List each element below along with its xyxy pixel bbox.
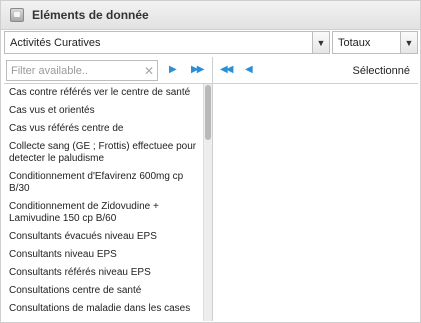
totals-select-value: Totaux [338,36,371,49]
remove-all-button[interactable]: ◀◀ [220,63,233,77]
chevron-down-icon[interactable]: ▼ [312,32,329,53]
filter-box: ✕ [6,60,158,81]
move-selected-button[interactable]: ▶ [169,63,177,77]
selected-column: ◀◀ ◀ Sélectionné [213,57,418,321]
list-item[interactable]: Consultations centre de santé [4,282,202,300]
panel-title: Eléments de donnée [32,8,149,22]
available-column: ✕ ▶ ▶▶ Cas contre référés ver le centre … [4,57,212,321]
list-item[interactable]: Consultants référés niveau EPS [4,264,202,282]
list-item[interactable]: Collecte sang (GE ; Frottis) effectuee p… [4,138,202,168]
scrollbar-thumb[interactable] [205,85,211,140]
clear-icon[interactable]: ✕ [141,64,157,78]
list-item[interactable]: Cas vus et orientés [4,102,202,120]
group-select-value: Activités Curatives [10,36,101,49]
filter-input[interactable] [7,64,141,77]
data-element-group-select[interactable]: Activités Curatives ▼ [4,31,330,54]
available-list[interactable]: Cas contre référés ver le centre de sant… [4,83,212,321]
selected-list[interactable] [213,83,418,321]
chevron-down-icon[interactable]: ▼ [400,32,417,53]
panel-header: Eléments de donnée [1,1,420,30]
list-item[interactable]: Consultations de maladie dans les cases [4,300,202,318]
list-item[interactable]: Consultants niveau EPS [4,246,202,264]
list-item[interactable]: Conditionnement de Zidovudine + Lamivudi… [4,198,202,228]
selected-label: Sélectionné [352,65,411,77]
list-item[interactable]: Consultants évacués niveau EPS [4,228,202,246]
dataset-icon [10,8,24,22]
list-item[interactable]: Conditionnement d'Efavirenz 600mg cp B/3… [4,168,202,198]
totals-select[interactable]: Totaux ▼ [332,31,418,54]
available-items: Cas contre référés ver le centre de sant… [4,84,202,318]
list-item[interactable]: Cas vus référés centre de [4,120,202,138]
move-all-button[interactable]: ▶▶ [191,63,204,77]
remove-selected-button[interactable]: ◀ [245,63,253,77]
scrollbar[interactable] [203,84,212,321]
list-item[interactable]: Cas contre référés ver le centre de sant… [4,84,202,102]
